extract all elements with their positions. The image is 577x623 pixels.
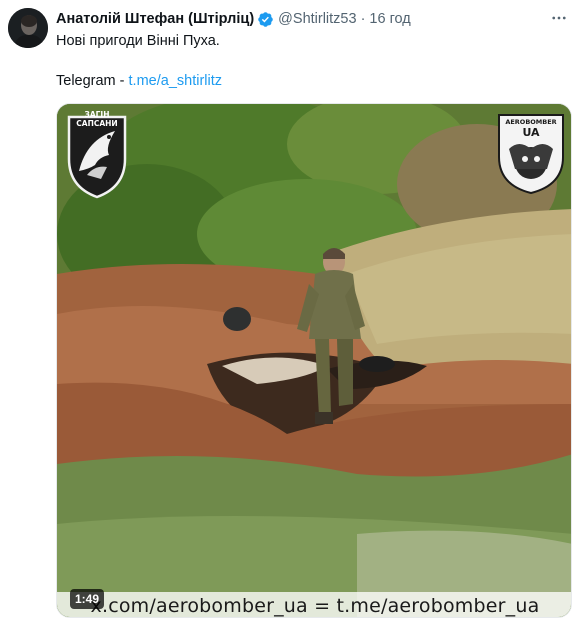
tweet-header: Анатолій Штефан (Штірліц) @Shtirlitz53 ·…	[56, 9, 571, 29]
author-name[interactable]: Анатолій Штефан (Штірліц)	[56, 9, 254, 29]
tweet-text: Нові пригоди Вінні Пуха.	[56, 33, 220, 49]
video-player[interactable]: ЗАГІН САПСАНИ AEROBOMBER UA x.com/aerobo…	[56, 103, 572, 618]
tweet-telegram-line: Telegram - t.me/a_shtirlitz	[56, 71, 222, 91]
avatar[interactable]	[8, 8, 48, 48]
more-options-glyph	[552, 16, 566, 20]
more-options-icon[interactable]	[549, 8, 569, 28]
emblem-left-label: ЗАГІН САПСАНИ	[76, 110, 118, 128]
tweet[interactable]: Анатолій Штефан (Штірліц) @Shtirlitz53 ·…	[0, 0, 577, 623]
timestamp[interactable]: 16 год	[369, 9, 410, 29]
avatar-image	[8, 8, 48, 48]
separator-dot: ·	[360, 11, 366, 27]
telegram-link[interactable]: t.me/a_shtirlitz	[129, 73, 222, 89]
verified-badge-icon	[258, 11, 273, 27]
author-handle[interactable]: @Shtirlitz53	[278, 9, 356, 29]
emblem-right-top-label: AEROBOMBER	[505, 118, 557, 126]
emblem-right-mid-label: UA	[522, 126, 540, 139]
video-duration: 1:49	[70, 589, 105, 609]
telegram-label: Telegram -	[56, 73, 129, 89]
video-watermark: x.com/aerobomber_ua = t.me/aerobomber_ua	[90, 595, 540, 617]
